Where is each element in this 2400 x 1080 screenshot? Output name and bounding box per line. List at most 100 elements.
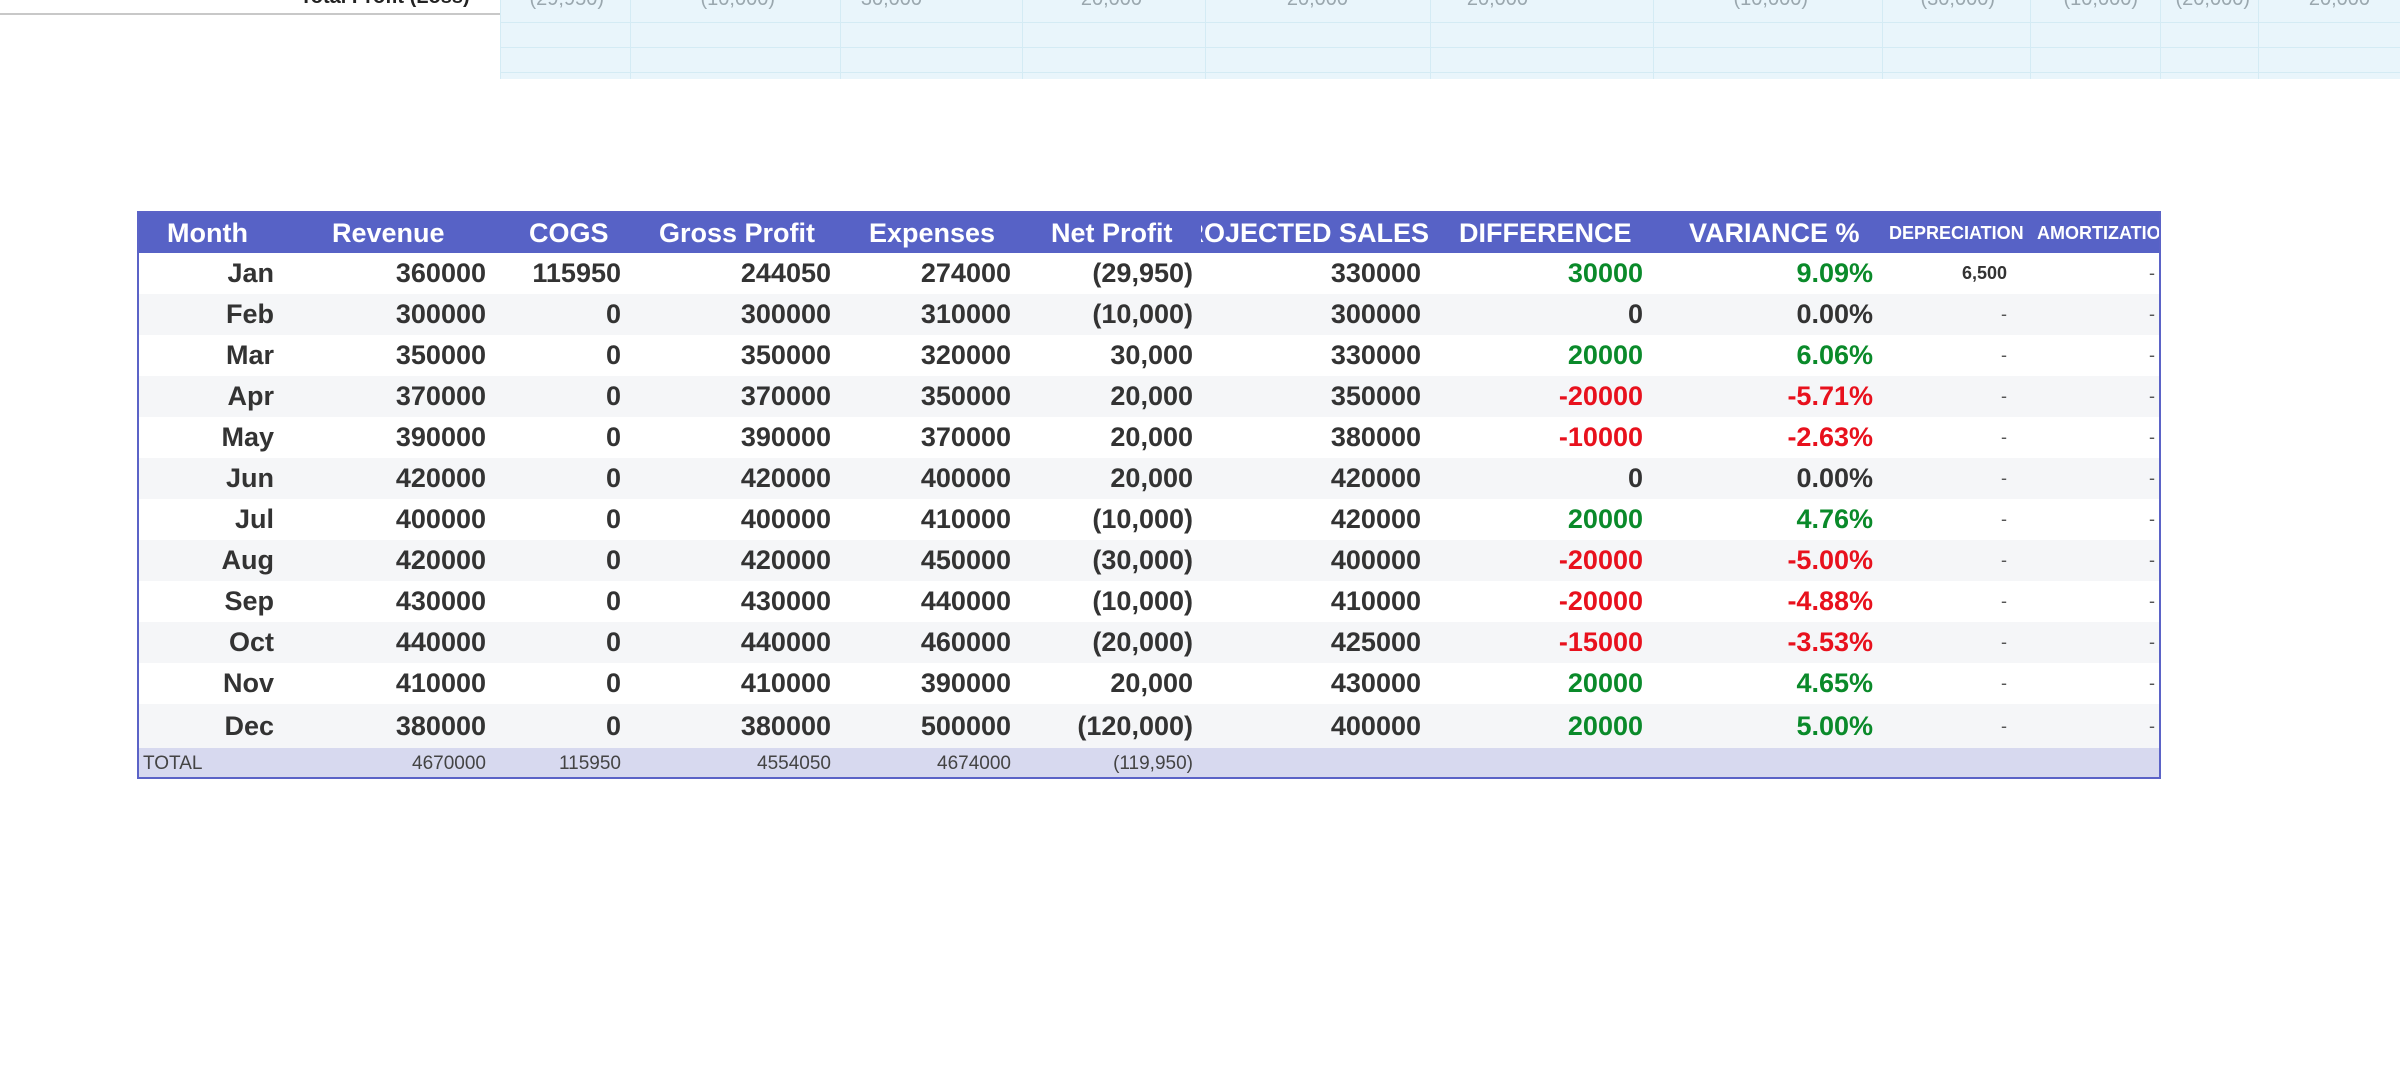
cell-cogs[interactable]: 0 — [494, 499, 621, 540]
cell-revenue[interactable]: 400000 — [282, 499, 486, 540]
cell-expenses[interactable]: 440000 — [839, 581, 1011, 622]
header-depreciation[interactable]: DEPRECIATION — [1889, 213, 2031, 253]
cell-amortization[interactable]: - — [2029, 540, 2155, 581]
cell-difference[interactable]: -20000 — [1429, 540, 1643, 581]
cell-variance-percent[interactable]: -2.63% — [1651, 417, 1873, 458]
cell-variance-percent[interactable]: 0.00% — [1651, 294, 1873, 335]
cell-amortization[interactable]: - — [2029, 663, 2155, 704]
cell-cogs[interactable]: 0 — [494, 704, 621, 748]
cell-net-profit[interactable]: (10,000) — [1019, 294, 1193, 335]
cell-depreciation[interactable]: - — [1881, 704, 2007, 748]
cell-depreciation[interactable]: - — [1881, 458, 2007, 499]
cell-month[interactable]: Apr — [139, 376, 275, 417]
top-profit-cell[interactable]: 20,000 — [1368, 0, 1528, 11]
cell-amortization[interactable]: - — [2029, 376, 2155, 417]
header-month[interactable]: Month — [167, 213, 326, 253]
cell-difference[interactable]: 20000 — [1429, 499, 1643, 540]
cell-difference[interactable]: 20000 — [1429, 663, 1643, 704]
cell-cogs[interactable]: 0 — [494, 622, 621, 663]
cell-revenue[interactable]: 410000 — [282, 663, 486, 704]
cell-variance-percent[interactable]: -4.88% — [1651, 581, 1873, 622]
cell-net-profit[interactable]: (30,000) — [1019, 540, 1193, 581]
cell-amortization[interactable]: - — [2029, 253, 2155, 294]
cell-month[interactable]: Nov — [139, 663, 274, 704]
cell-gross-profit[interactable]: 244050 — [629, 253, 831, 294]
cell-gross-profit[interactable]: 400000 — [629, 499, 831, 540]
cell-gross-profit[interactable]: 410000 — [629, 663, 831, 704]
cell-variance-percent[interactable]: 0.00% — [1651, 458, 1873, 499]
cell-variance-percent[interactable]: -3.53% — [1651, 622, 1873, 663]
cell-depreciation[interactable]: - — [1881, 622, 2007, 663]
cell-amortization[interactable]: - — [2029, 499, 2155, 540]
cell-gross-profit[interactable]: 370000 — [629, 376, 831, 417]
cell-net-profit[interactable]: (120,000) — [1019, 704, 1193, 748]
cell-difference[interactable]: -15000 — [1429, 622, 1643, 663]
cell-cogs[interactable]: 0 — [494, 458, 621, 499]
cell-month[interactable]: Sep — [139, 581, 274, 622]
total-cogs[interactable]: 115950 — [494, 748, 621, 777]
cell-cogs[interactable]: 0 — [494, 417, 621, 458]
cell-variance-percent[interactable]: 6.06% — [1651, 335, 1873, 376]
top-profit-cell[interactable]: (10,000) — [615, 0, 776, 11]
cell-month[interactable]: Aug — [139, 540, 274, 581]
cell-gross-profit[interactable]: 420000 — [629, 458, 831, 499]
cell-gross-profit[interactable]: 430000 — [629, 581, 831, 622]
cell-expenses[interactable]: 460000 — [839, 622, 1011, 663]
header-cogs[interactable]: COGS — [529, 213, 653, 253]
cell-cogs[interactable]: 0 — [494, 335, 621, 376]
cell-cogs[interactable]: 0 — [494, 540, 621, 581]
cell-month[interactable]: May — [139, 417, 274, 458]
cell-net-profit[interactable]: (29,950) — [1019, 253, 1193, 294]
cell-projected-sales[interactable]: 330000 — [1201, 253, 1421, 294]
cell-gross-profit[interactable]: 380000 — [629, 704, 831, 748]
header-variance-percent[interactable]: VARIANCE % — [1689, 213, 1883, 253]
cell-cogs[interactable]: 0 — [494, 581, 621, 622]
cell-net-profit[interactable]: 20,000 — [1019, 458, 1193, 499]
top-profit-cell[interactable]: (30,000) — [1835, 0, 1996, 11]
cell-variance-percent[interactable]: -5.71% — [1651, 376, 1873, 417]
cell-gross-profit[interactable]: 300000 — [629, 294, 831, 335]
top-profit-cell[interactable]: 20,000 — [2210, 0, 2370, 11]
cell-expenses[interactable]: 320000 — [839, 335, 1011, 376]
cell-expenses[interactable]: 450000 — [839, 540, 1011, 581]
cell-gross-profit[interactable]: 350000 — [629, 335, 831, 376]
cell-variance-percent[interactable]: 4.76% — [1651, 499, 1873, 540]
cell-depreciation[interactable]: - — [1881, 499, 2007, 540]
cell-projected-sales[interactable]: 330000 — [1201, 335, 1421, 376]
header-revenue[interactable]: Revenue — [332, 213, 523, 253]
cell-cogs[interactable]: 0 — [494, 376, 621, 417]
cell-cogs[interactable]: 0 — [494, 294, 621, 335]
cell-difference[interactable]: -10000 — [1429, 417, 1643, 458]
cell-expenses[interactable]: 410000 — [839, 499, 1011, 540]
cell-expenses[interactable]: 390000 — [839, 663, 1011, 704]
top-profit-cell[interactable]: (10,000) — [1648, 0, 1809, 11]
header-amortization[interactable]: AMORTIZATION — [2037, 213, 2159, 253]
cell-cogs[interactable]: 0 — [494, 663, 621, 704]
cell-month[interactable]: Jan — [139, 253, 274, 294]
cell-projected-sales[interactable]: 350000 — [1201, 376, 1421, 417]
header-projected-sales[interactable]: PROJECTED SALES — [1201, 213, 1429, 253]
cell-expenses[interactable]: 400000 — [839, 458, 1011, 499]
cell-gross-profit[interactable]: 440000 — [629, 622, 831, 663]
cell-difference[interactable]: 30000 — [1429, 253, 1643, 294]
cell-difference[interactable]: 20000 — [1429, 335, 1643, 376]
cell-expenses[interactable]: 500000 — [839, 704, 1011, 748]
cell-amortization[interactable]: - — [2029, 704, 2155, 748]
cell-month[interactable]: Oct — [139, 622, 274, 663]
cell-depreciation[interactable]: - — [1881, 335, 2007, 376]
cell-expenses[interactable]: 370000 — [839, 417, 1011, 458]
cell-depreciation[interactable]: - — [1881, 376, 2007, 417]
cell-revenue[interactable]: 420000 — [282, 540, 486, 581]
cell-projected-sales[interactable]: 400000 — [1201, 540, 1421, 581]
top-profit-cell[interactable]: 30,000 — [762, 0, 922, 11]
cell-difference[interactable]: 0 — [1429, 458, 1643, 499]
cell-month[interactable]: Jun — [139, 458, 274, 499]
cell-revenue[interactable]: 390000 — [282, 417, 486, 458]
cell-month[interactable]: Dec — [139, 704, 274, 748]
cell-projected-sales[interactable]: 410000 — [1201, 581, 1421, 622]
cell-month[interactable]: Mar — [139, 335, 274, 376]
cell-net-profit[interactable]: (20,000) — [1019, 622, 1193, 663]
cell-revenue[interactable]: 440000 — [282, 622, 486, 663]
cell-net-profit[interactable]: 20,000 — [1019, 417, 1193, 458]
cell-depreciation[interactable]: - — [1881, 540, 2007, 581]
